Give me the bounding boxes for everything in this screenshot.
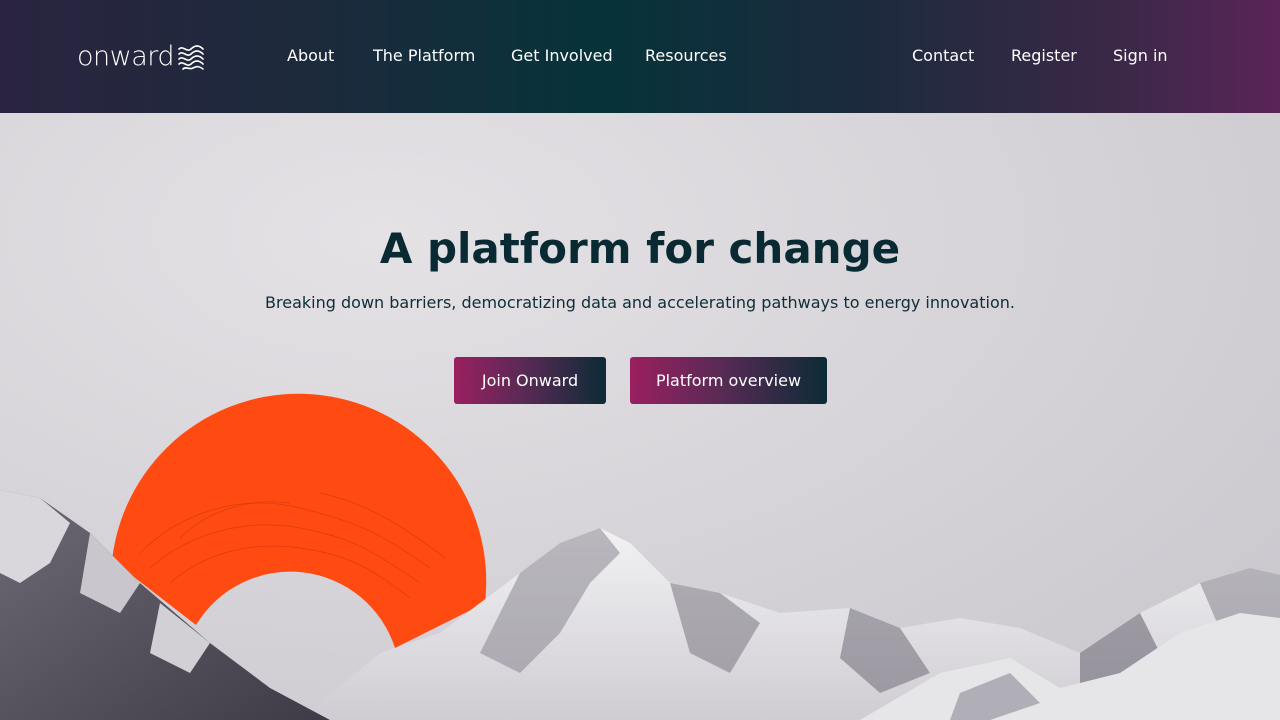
hero-title: A platform for change <box>379 224 901 273</box>
nav-sign-in[interactable]: Sign in <box>1113 44 1168 68</box>
top-navbar: onward About The Platform Get Involved R… <box>0 0 1280 113</box>
topographic-logo-icon <box>178 45 204 70</box>
brand-logo[interactable]: onward <box>77 42 205 72</box>
nav-get-involved[interactable]: Get Involved <box>511 44 613 68</box>
nav-resources[interactable]: Resources <box>645 44 727 68</box>
nav-the-platform[interactable]: The Platform <box>373 44 475 68</box>
hero-subtitle: Breaking down barriers, democratizing da… <box>265 293 1015 312</box>
nav-contact[interactable]: Contact <box>912 44 974 68</box>
hero-section: A platform for change Breaking down barr… <box>0 113 1280 720</box>
platform-overview-button[interactable]: Platform overview <box>630 357 827 404</box>
join-onward-button[interactable]: Join Onward <box>454 357 606 404</box>
nav-about[interactable]: About <box>287 44 334 68</box>
mountain-background-illustration <box>0 393 1280 720</box>
brand-wordmark: onward <box>77 41 175 72</box>
nav-register[interactable]: Register <box>1011 44 1077 68</box>
